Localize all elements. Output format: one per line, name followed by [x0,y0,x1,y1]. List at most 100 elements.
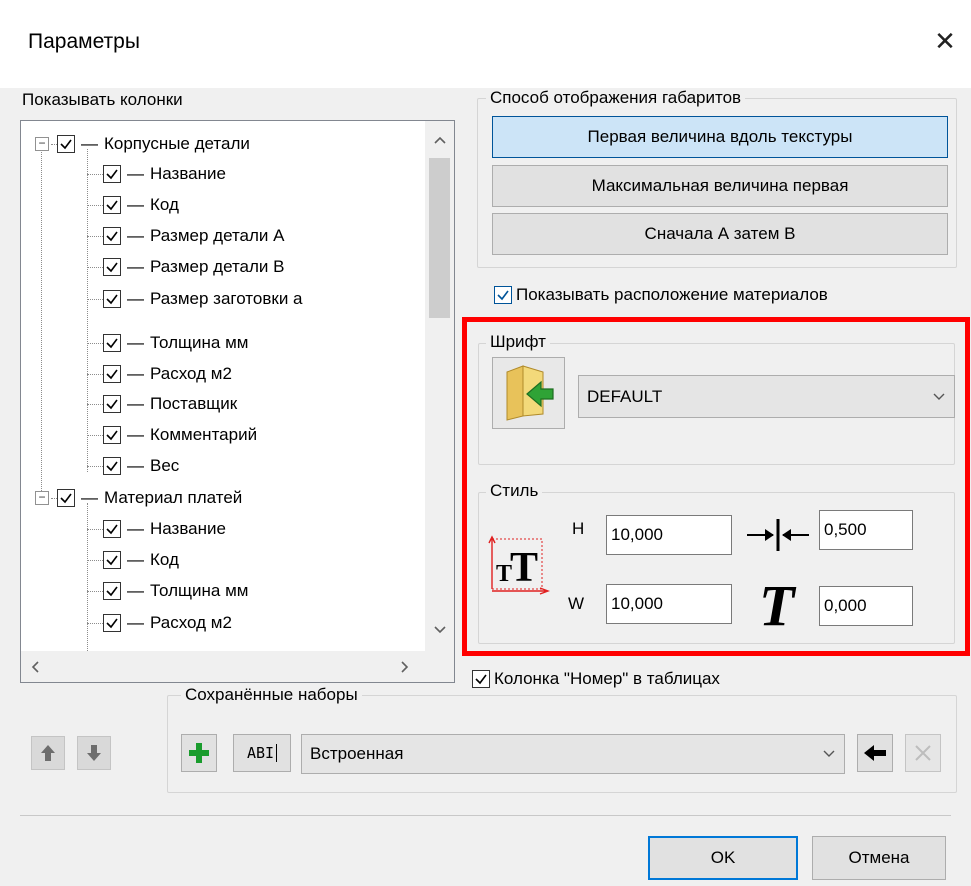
ok-button[interactable]: OK [648,836,798,880]
checkbox-icon[interactable] [103,582,121,600]
tree-item-dash: — [127,425,144,444]
tree-item[interactable]: — Расход м2 [87,359,232,389]
tree-connector [87,403,103,405]
tree-connector [87,465,103,467]
tree-item[interactable]: — Толщина мм [87,576,248,606]
tree-item[interactable]: — Название [87,159,226,189]
tree-item-label: Расход м2 [150,364,232,383]
collapse-icon[interactable]: − [35,137,49,151]
tree-item[interactable]: — Поставщик [87,389,237,419]
add-set-button[interactable] [181,734,217,772]
checkbox-icon[interactable] [57,135,75,153]
checkbox-icon[interactable] [103,196,121,214]
tree-item[interactable]: — Код [87,545,179,575]
columns-tree[interactable]: − — Корпусные детали — Название — Код — Размер д… [20,120,455,683]
scroll-up-icon[interactable] [428,132,451,148]
tree-item-dash: — [127,289,144,308]
tree-item-dash: — [127,364,144,383]
arrow-up-icon [41,745,55,761]
tree-connector [87,235,103,237]
tree-item[interactable]: — Комментарий [87,420,257,450]
saved-sets-select[interactable]: Встроенная [301,734,845,774]
tree-item-dash: — [81,134,98,153]
max-first-button[interactable]: Максимальная величина первая [492,165,948,207]
collapse-icon[interactable]: − [35,491,49,505]
checkbox-icon[interactable] [103,258,121,276]
tree-item[interactable]: — Вес [87,451,179,481]
checkbox-icon[interactable] [57,489,75,507]
move-down-button[interactable] [77,736,111,770]
scroll-left-icon[interactable] [30,659,40,679]
first-along-texture-button[interactable]: Первая величина вдоль текстуры [492,116,948,158]
tree-item[interactable]: — Размер детали В [87,252,285,282]
highlight-box [462,317,970,656]
tree-group-item[interactable]: − — Материал платей [35,483,242,513]
tree-scroll-thumb[interactable] [429,158,450,318]
delete-set-button[interactable] [905,734,941,772]
plus-icon [189,743,209,763]
tree-item[interactable]: — Толщина мм [87,328,248,358]
checkbox-icon[interactable] [103,365,121,383]
saved-sets-group-label: Сохранённые наборы [181,685,362,705]
checkbox-icon[interactable] [103,614,121,632]
separator [20,815,951,816]
tree-group-item[interactable]: − — Корпусные детали [35,129,250,159]
a-then-b-button[interactable]: Сначала А затем В [492,213,948,255]
tree-item-label: Размер детали А [150,226,285,245]
title-bar [0,0,971,88]
scroll-right-icon[interactable] [400,659,410,679]
tree-connector [87,622,103,624]
saved-sets-value: Встроенная [310,744,404,763]
tree-item-dash: — [127,195,144,214]
checkbox-icon[interactable] [103,290,121,308]
tree-connector [87,298,103,300]
dimensions-group-label: Способ отображения габаритов [486,88,746,108]
tree-item-dash: — [127,164,144,183]
tree-item-dash: — [127,581,144,600]
close-icon [915,745,931,761]
tree-item-label: Комментарий [150,425,258,444]
window-title: Параметры [28,30,140,53]
checkbox-icon[interactable] [103,395,121,413]
number-column-label: Колонка "Номер" в таблицах [494,669,720,688]
chevron-down-icon [823,750,835,757]
apply-set-button[interactable] [857,734,893,772]
checkbox-icon[interactable] [103,551,121,569]
show-materials-label: Показывать расположение материалов [516,285,828,304]
checkbox-icon[interactable] [103,227,121,245]
tree-item-label: Толщина мм [150,581,249,600]
tree-item-label: Вес [150,456,180,475]
tree-connector [87,559,103,561]
close-icon[interactable]: ✕ [930,26,960,56]
tree-connector [87,266,103,268]
checkbox-icon[interactable] [103,165,121,183]
show-materials-checkbox[interactable]: Показывать расположение материалов [494,285,828,305]
scroll-down-icon[interactable] [428,622,451,638]
checkbox-icon [472,670,490,688]
tree-item-label: Код [150,550,179,569]
tree-item[interactable]: — Размер детали А [87,221,285,251]
tree-item[interactable]: — Код [87,190,179,220]
rename-set-button[interactable]: ABI [233,734,291,772]
tree-item-label: Корпусные детали [104,134,250,153]
tree-connector [87,434,103,436]
tree-item-label: Название [150,164,226,183]
arrow-down-icon [87,745,101,761]
tree-item-dash: — [127,456,144,475]
tree-item[interactable]: — Размер заготовки а [87,284,303,314]
tree-horizontal-scrollbar[interactable] [21,651,454,682]
tree-item[interactable]: — Название [87,514,226,544]
tree-item[interactable]: — Расход м2 [87,608,232,638]
cancel-button[interactable]: Отмена [812,836,946,880]
arrow-left-icon [864,745,886,761]
tree-item-label: Расход м2 [150,613,232,632]
checkbox-icon[interactable] [103,426,121,444]
checkbox-icon[interactable] [103,520,121,538]
number-column-checkbox[interactable]: Колонка "Номер" в таблицах [472,669,720,689]
tree-item-label: Толщина мм [150,333,249,352]
columns-group-label: Показывать колонки [22,90,183,109]
move-up-button[interactable] [31,736,65,770]
checkbox-icon[interactable] [103,457,121,475]
tree-item-label: Размер заготовки а [150,289,303,308]
checkbox-icon[interactable] [103,334,121,352]
